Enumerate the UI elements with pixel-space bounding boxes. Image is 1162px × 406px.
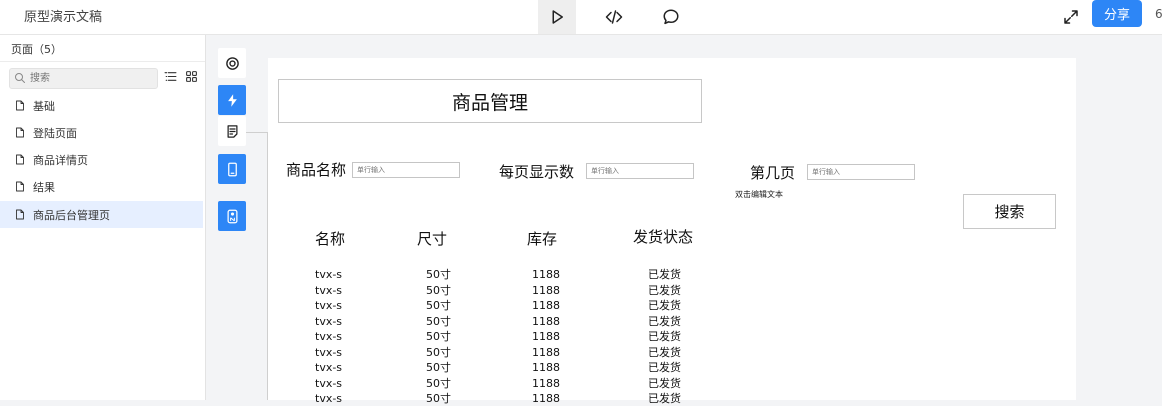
search-button[interactable]: 搜索 xyxy=(963,194,1056,229)
fullscreen-icon xyxy=(1064,10,1078,24)
cell-shipping-status: 已发货 xyxy=(648,299,681,312)
editable-text-placeholder[interactable]: 双击编辑文本 xyxy=(735,189,783,200)
sidebar-divider xyxy=(0,61,205,62)
page-number-label: 第几页 xyxy=(750,164,796,182)
page-item-product-detail[interactable]: 商品详情页 xyxy=(0,146,203,173)
frame-outline xyxy=(246,132,268,133)
page-search-input[interactable] xyxy=(30,70,150,86)
pages-header: 页面（5） xyxy=(11,43,62,56)
column-header-name: 名称 xyxy=(315,230,346,248)
cell-size: 50寸 xyxy=(426,392,451,405)
cell-shipping-status: 已发货 xyxy=(648,283,681,297)
cell-size: 50寸 xyxy=(426,268,451,281)
page-item-label: 商品详情页 xyxy=(33,153,88,167)
product-name-input[interactable] xyxy=(352,162,460,178)
target-icon xyxy=(225,56,239,70)
code-button[interactable] xyxy=(595,0,633,34)
cell-stock: 1188 xyxy=(532,330,560,343)
column-header-size: 尺寸 xyxy=(417,230,448,248)
cell-shipping-status: 已发货 xyxy=(648,361,681,374)
lightning-icon xyxy=(227,93,237,107)
cell-name: tvx-s xyxy=(315,299,343,312)
note-icon xyxy=(227,124,237,138)
toggle-tool-button[interactable] xyxy=(218,201,246,231)
page-item-admin[interactable]: 商品后台管理页 xyxy=(0,201,203,228)
cell-name: tvx-s xyxy=(315,314,343,328)
cell-stock: 1188 xyxy=(532,345,560,359)
truncated-label: 6 xyxy=(1155,7,1162,21)
cell-stock: 1188 xyxy=(532,268,560,281)
page-item-login[interactable]: 登陆页面 xyxy=(0,119,203,146)
cell-stock: 1188 xyxy=(532,314,560,328)
document-title: 原型演示文稿 xyxy=(24,10,103,25)
cell-shipping-status: 已发货 xyxy=(648,330,681,343)
cell-size: 50寸 xyxy=(426,299,451,312)
product-name-label: 商品名称 xyxy=(286,161,347,179)
code-icon xyxy=(605,10,623,24)
cell-shipping-status: 已发货 xyxy=(648,345,681,359)
cell-stock: 1188 xyxy=(532,376,560,390)
note-tool-button[interactable] xyxy=(218,116,246,146)
target-tool-button[interactable] xyxy=(218,48,246,78)
share-button[interactable]: 分享 xyxy=(1092,0,1142,27)
cell-stock: 1188 xyxy=(532,392,560,405)
page-item-label: 结果 xyxy=(33,180,55,194)
page-number-input[interactable] xyxy=(807,164,915,180)
column-header-shipping-status: 发货状态 xyxy=(633,228,694,246)
comment-icon xyxy=(663,9,679,25)
page-size-label: 每页显示数 xyxy=(499,163,575,181)
cell-name: tvx-s xyxy=(315,268,343,281)
artboard-title: 商品管理 xyxy=(278,79,702,123)
cell-name: tvx-s xyxy=(315,361,343,374)
page-size-input[interactable] xyxy=(586,163,694,179)
cell-size: 50寸 xyxy=(426,361,451,374)
page-icon xyxy=(16,209,24,220)
cell-size: 50寸 xyxy=(426,314,451,328)
cell-name: tvx-s xyxy=(315,330,343,343)
cell-stock: 1188 xyxy=(532,299,560,312)
grid-view-icon[interactable] xyxy=(185,70,198,83)
page-item-basic[interactable]: 基础 xyxy=(0,92,203,119)
preview-button[interactable] xyxy=(538,0,576,34)
page-item-label: 商品后台管理页 xyxy=(33,208,110,222)
page-icon xyxy=(16,154,24,165)
interaction-tool-button[interactable] xyxy=(218,85,246,115)
page-item-label: 基础 xyxy=(33,99,55,113)
cell-shipping-status: 已发货 xyxy=(648,268,681,281)
top-toolbar: 原型演示文稿 分享 6 xyxy=(0,0,1162,35)
toggle-icon xyxy=(227,209,237,223)
cell-name: tvx-s xyxy=(315,283,343,297)
device-tool-button[interactable] xyxy=(218,154,246,184)
page-icon xyxy=(16,100,24,111)
page-item-label: 登陆页面 xyxy=(33,126,77,140)
frame-outline xyxy=(267,132,268,400)
cell-size: 50寸 xyxy=(426,330,451,343)
column-header-stock: 库存 xyxy=(527,230,558,248)
cell-size: 50寸 xyxy=(426,345,451,359)
cell-stock: 1188 xyxy=(532,283,560,297)
cell-size: 50寸 xyxy=(426,376,451,390)
search-icon xyxy=(15,73,25,83)
cell-shipping-status: 已发货 xyxy=(648,376,681,390)
cell-name: tvx-s xyxy=(315,345,343,359)
list-view-icon[interactable] xyxy=(164,70,177,83)
cell-shipping-status: 已发货 xyxy=(648,392,681,405)
cell-stock: 1188 xyxy=(532,361,560,374)
cell-name: tvx-s xyxy=(315,392,343,405)
comment-button[interactable] xyxy=(652,0,690,34)
phone-icon xyxy=(227,162,237,176)
cell-size: 50寸 xyxy=(426,283,451,297)
cell-shipping-status: 已发货 xyxy=(648,314,681,328)
page-icon xyxy=(16,181,24,192)
play-icon xyxy=(552,10,563,24)
cell-name: tvx-s xyxy=(315,376,343,390)
pages-sidebar: 页面（5） 基础 登陆页面 商品详情页 结果 商品后台管理页 xyxy=(0,35,206,400)
page-search-box xyxy=(9,68,158,89)
page-item-result[interactable]: 结果 xyxy=(0,173,203,200)
fullscreen-button[interactable] xyxy=(1052,0,1090,34)
page-icon xyxy=(16,127,24,138)
